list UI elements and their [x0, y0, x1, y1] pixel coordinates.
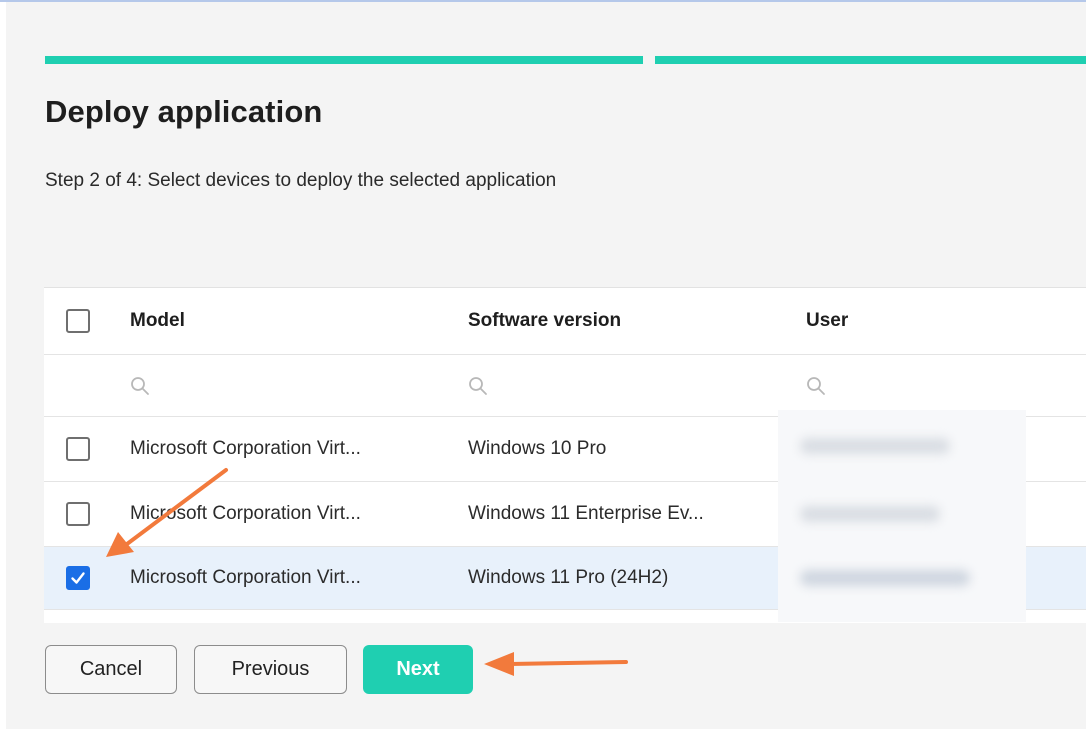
progress-step-2	[655, 56, 1086, 64]
software-version-filter[interactable]	[468, 355, 788, 416]
row-checkbox-checked[interactable]	[66, 566, 90, 590]
row-checkbox[interactable]	[66, 502, 90, 526]
table-filter-row	[44, 355, 1086, 417]
software-version-cell: Windows 11 Pro (24H2)	[468, 567, 669, 588]
page-title: Deploy application	[45, 94, 323, 129]
search-icon	[469, 376, 487, 395]
column-header-model[interactable]: Model	[130, 288, 450, 354]
column-header-software-version[interactable]: Software version	[468, 288, 788, 354]
select-all-checkbox[interactable]	[66, 309, 90, 333]
table-header-row: Model Software version User	[44, 288, 1086, 355]
previous-button[interactable]: Previous	[194, 645, 347, 694]
checkmark-icon	[71, 572, 85, 584]
search-icon	[807, 376, 825, 395]
column-header-user[interactable]: User	[806, 288, 1086, 354]
cancel-button[interactable]: Cancel	[45, 645, 177, 694]
row-checkbox[interactable]	[66, 437, 90, 461]
software-version-cell: Windows 10 Pro	[468, 438, 607, 459]
model-filter[interactable]	[130, 355, 450, 416]
user-column-redacted	[778, 410, 1026, 622]
step-description: Step 2 of 4: Select devices to deploy th…	[45, 170, 557, 191]
software-version-cell: Windows 11 Enterprise Ev...	[468, 503, 704, 524]
user-filter[interactable]	[806, 355, 1086, 416]
search-icon	[131, 376, 149, 395]
model-cell: Microsoft Corporation Virt...	[130, 438, 361, 459]
model-cell: Microsoft Corporation Virt...	[130, 567, 361, 588]
model-cell: Microsoft Corporation Virt...	[130, 503, 361, 524]
progress-step-1	[45, 56, 643, 64]
next-button[interactable]: Next	[363, 645, 473, 694]
